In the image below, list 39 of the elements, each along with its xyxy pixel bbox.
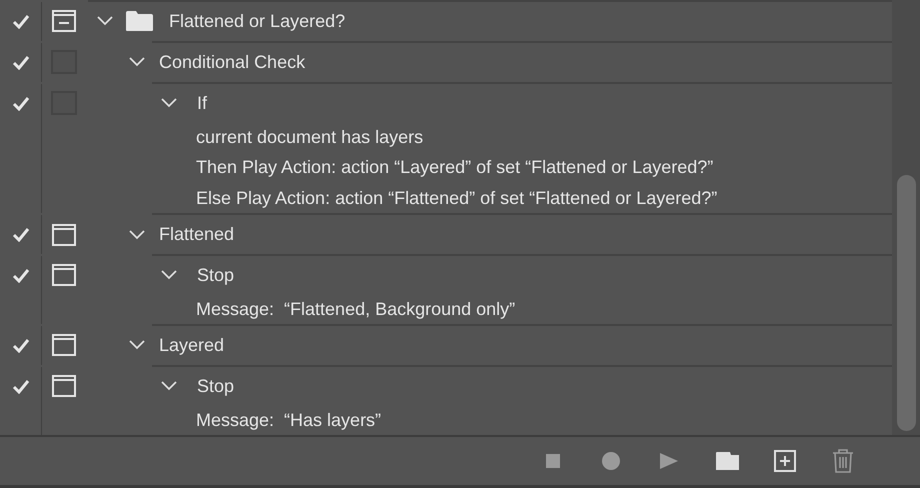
command-detail: Else Play Action: action “Flattened” of set “Flattened or Layered?” xyxy=(196,188,718,209)
folder-icon xyxy=(714,451,740,471)
chevron-icon[interactable] xyxy=(129,340,145,350)
scrollbar-thumb[interactable] xyxy=(896,175,916,431)
checkmark-icon[interactable] xyxy=(12,227,30,242)
chevron-icon[interactable] xyxy=(161,98,177,108)
dialog-toggle-icon[interactable] xyxy=(52,375,76,398)
chevron-icon[interactable] xyxy=(129,230,145,240)
action-name[interactable]: Flattened xyxy=(159,224,234,246)
checkmark-icon[interactable] xyxy=(12,268,30,283)
command-detail: current document has layers xyxy=(196,127,424,148)
command-detail: Message: “Has layers” xyxy=(196,410,382,431)
new-item-icon xyxy=(774,450,796,472)
chevron-icon[interactable] xyxy=(97,16,113,26)
dialog-toggle-icon[interactable] xyxy=(52,334,76,356)
command-name[interactable]: Stop xyxy=(197,264,234,286)
play-icon xyxy=(660,453,678,469)
stop-icon xyxy=(546,454,560,468)
trash-icon xyxy=(832,449,854,473)
chevron-icon[interactable] xyxy=(161,381,177,392)
action-set-name[interactable]: Flattened or Layered? xyxy=(169,10,346,32)
checkmark-icon[interactable] xyxy=(12,54,30,70)
action-name[interactable]: Layered xyxy=(159,334,224,356)
dialog-toggle-icon[interactable] xyxy=(52,10,76,32)
command-name[interactable]: Stop xyxy=(197,376,234,397)
command-detail: Then Play Action: action “Layered” of set “Flattened or Layered?” xyxy=(196,157,714,178)
dialog-toggle-icon[interactable] xyxy=(52,224,76,246)
action-name[interactable]: Conditional Check xyxy=(159,52,306,73)
checkmark-icon[interactable] xyxy=(12,338,30,353)
checkmark-icon[interactable] xyxy=(12,378,30,394)
checkmark-icon[interactable] xyxy=(12,14,30,29)
checkmark-icon[interactable] xyxy=(12,96,30,111)
command-name[interactable]: If xyxy=(197,92,208,114)
folder-icon xyxy=(125,10,154,32)
record-icon xyxy=(602,452,620,470)
chevron-icon[interactable] xyxy=(129,57,145,68)
chevron-icon[interactable] xyxy=(161,270,177,280)
command-detail: Message: “Flattened, Background only” xyxy=(196,298,516,320)
dialog-toggle-icon[interactable] xyxy=(52,264,76,286)
